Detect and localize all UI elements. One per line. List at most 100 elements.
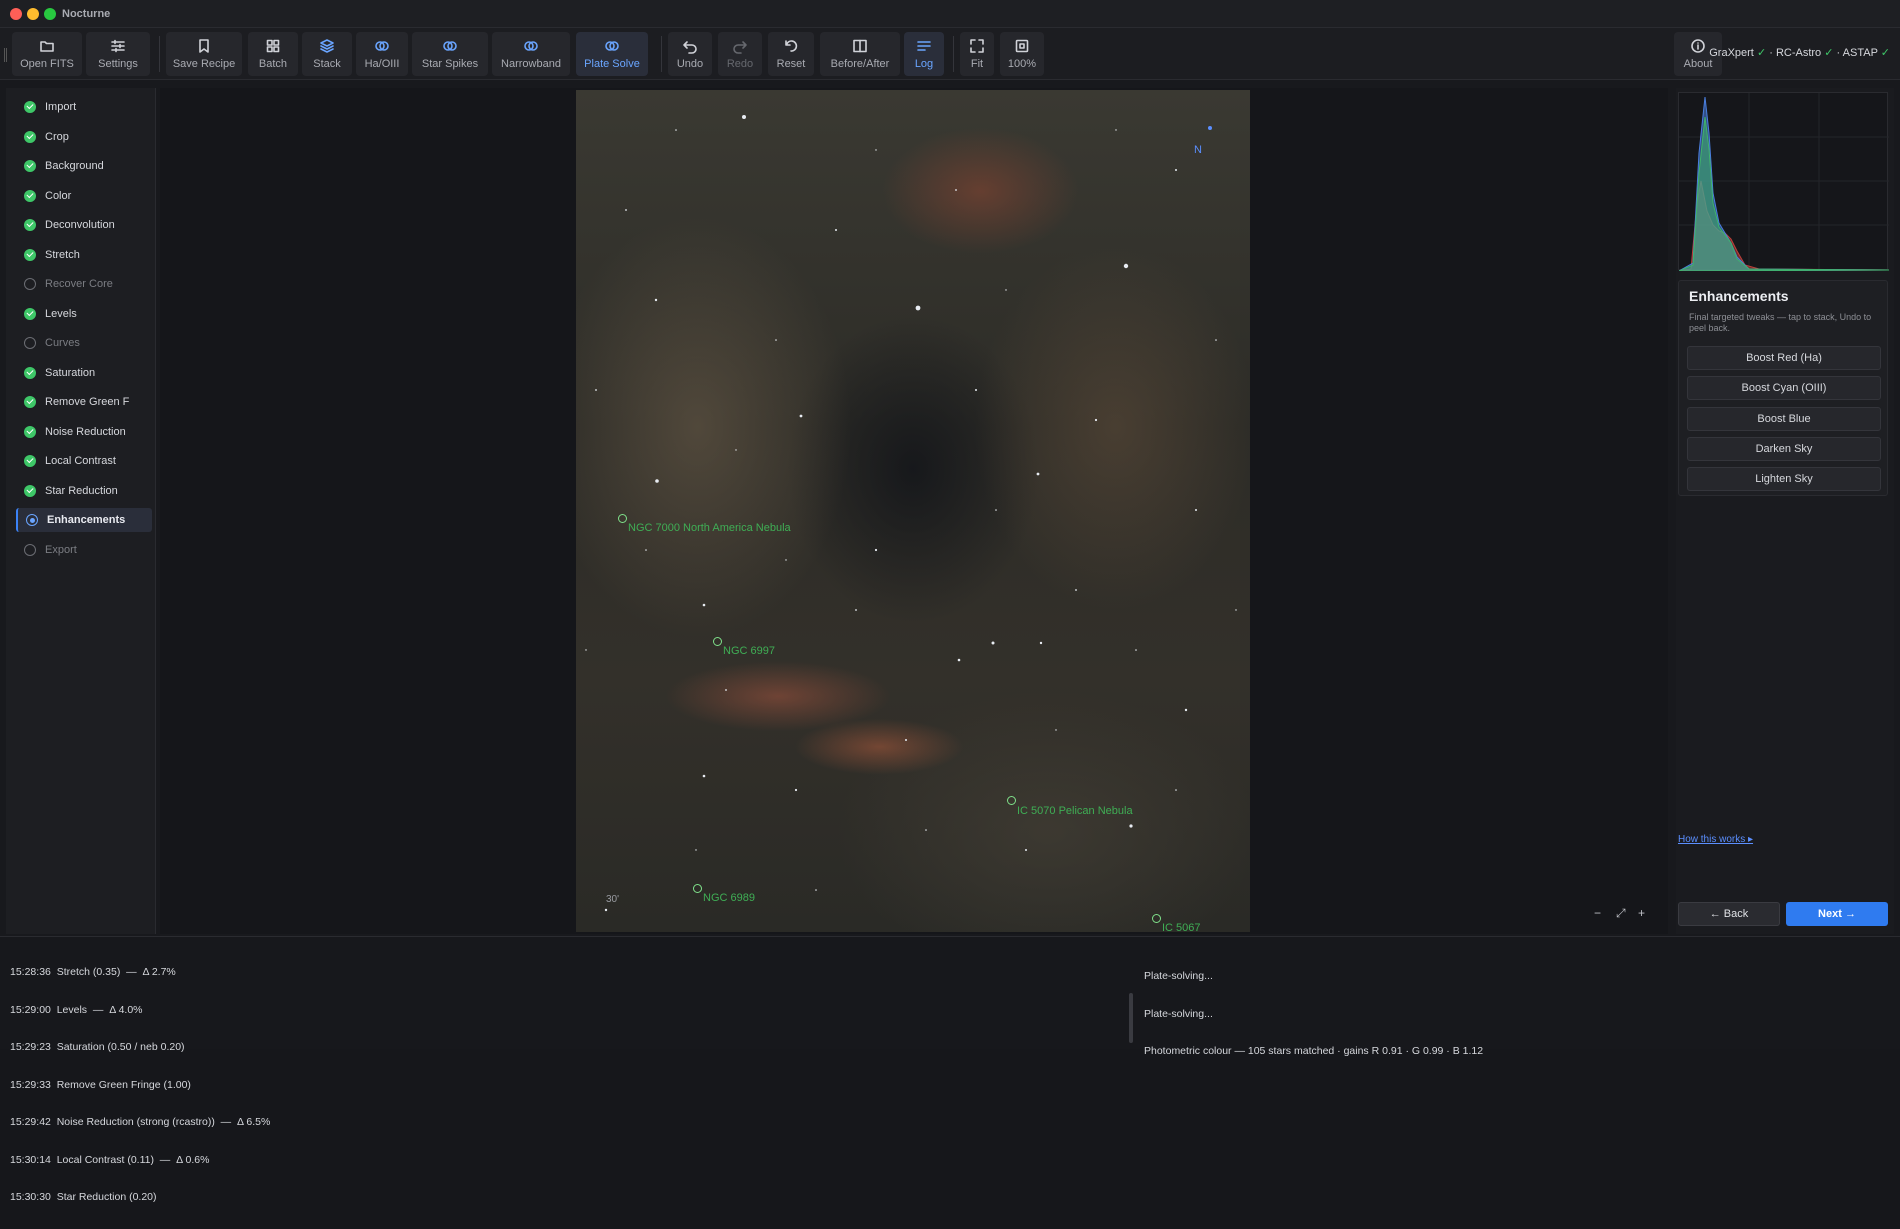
status-entry: Photometric colour — 105 stars matched ·… [1144, 1045, 1484, 1057]
annotation-marker[interactable] [1007, 796, 1016, 805]
back-button[interactable]: ← Back [1678, 902, 1780, 926]
step-levels[interactable]: Levels [16, 302, 152, 326]
info-icon [1690, 38, 1706, 54]
zoom-100-button[interactable]: 100% [1000, 32, 1044, 76]
log-entry: 15:29:33 Remove Green Fringe (1.00) [10, 1078, 191, 1091]
maximize-window-button[interactable] [44, 8, 56, 20]
empty-circle-icon [24, 278, 36, 290]
settings-button[interactable]: Settings [86, 32, 150, 76]
log-entry: 15:29:00 Levels — Δ 4.0% [10, 1003, 143, 1016]
empty-circle-icon [24, 337, 36, 349]
dep-separator: · [1769, 47, 1773, 59]
log-entry: 15:30:14 Local Contrast (0.11) — Δ 0.6% [10, 1153, 210, 1166]
split-icon [852, 38, 868, 54]
status-entry: Plate-solving... [1144, 1007, 1213, 1020]
image-canvas[interactable]: N NGC 7000 North America Nebula NGC 6997… [160, 88, 1668, 934]
before-after-button[interactable]: Before/After [820, 32, 900, 76]
stack-button[interactable]: Stack [302, 32, 352, 76]
step-deconvolution[interactable]: Deconvolution [16, 213, 152, 237]
zoom-in-button[interactable]: + [1638, 906, 1645, 920]
annotation-marker[interactable] [693, 884, 702, 893]
step-recover-core[interactable]: Recover Core [16, 272, 152, 296]
toolbar-divider [661, 36, 662, 72]
undo-icon [682, 38, 698, 54]
step-remove-green[interactable]: Remove Green F [16, 390, 152, 414]
next-button[interactable]: Next → [1786, 902, 1888, 926]
star-spikes-button[interactable]: Star Spikes [412, 32, 488, 76]
step-color[interactable]: Color [16, 184, 152, 208]
boost-red-button[interactable]: Boost Red (Ha) [1687, 346, 1881, 370]
step-saturation[interactable]: Saturation [16, 361, 152, 385]
step-stretch[interactable]: Stretch [16, 243, 152, 267]
rings-icon [374, 38, 390, 54]
layers-icon [319, 38, 335, 54]
annotation-label: IC 5067 [1162, 922, 1201, 932]
log-entry: 15:28:36 Stretch (0.35) — Δ 2.7% [10, 966, 176, 978]
open-fits-button[interactable]: Open FITS [12, 32, 82, 76]
check-icon [24, 485, 36, 497]
rings-icon [442, 38, 458, 54]
redo-icon [732, 38, 748, 54]
step-export[interactable]: Export [16, 538, 152, 562]
annotation-label: NGC 7000 North America Nebula [628, 522, 791, 534]
step-crop[interactable]: Crop [16, 125, 152, 149]
rings-icon [523, 38, 539, 54]
app-window: Nocturne Open FITS Settings Save Recipe … [0, 0, 1900, 1203]
enhancements-title: Enhancements [1689, 288, 1789, 304]
annotation-marker[interactable] [618, 514, 627, 523]
compass-north-label: N [1194, 144, 1202, 156]
step-noise-reduction[interactable]: Noise Reduction [16, 420, 152, 444]
reset-icon [783, 38, 799, 54]
zoom-fit-button[interactable]: ⤢ [1616, 906, 1626, 921]
dep-rcastro-name: RC-Astro [1775, 47, 1822, 59]
bookmark-icon [196, 38, 212, 54]
step-curves[interactable]: Curves [16, 331, 152, 355]
dep-separator: · [1836, 47, 1841, 59]
check-icon [24, 308, 36, 320]
check-icon [24, 219, 36, 231]
redo-button[interactable]: Redo [718, 32, 762, 76]
darken-sky-button[interactable]: Darken Sky [1687, 437, 1881, 461]
empty-circle-icon [24, 544, 36, 556]
grid-icon [265, 38, 281, 54]
batch-button[interactable]: Batch [248, 32, 298, 76]
zoom-out-button[interactable]: − [1594, 906, 1601, 920]
undo-button[interactable]: Undo [668, 32, 712, 76]
how-this-works-link[interactable]: How this works ▸ [1678, 834, 1753, 845]
toolbar: Open FITS Settings Save Recipe Batch Sta… [0, 28, 1900, 80]
annotation-marker[interactable] [713, 637, 722, 646]
log-entry: 15:29:23 Saturation (0.50 / neb 0.20) [10, 1041, 185, 1053]
reset-button[interactable]: Reset [768, 32, 814, 76]
step-background[interactable]: Background [16, 154, 152, 178]
log-button[interactable]: Log [904, 32, 944, 76]
save-recipe-button[interactable]: Save Recipe [166, 32, 242, 76]
lighten-sky-button[interactable]: Lighten Sky [1687, 467, 1881, 491]
narrowband-button[interactable]: Narrowband [492, 32, 570, 76]
log-scrollbar[interactable] [1129, 993, 1133, 1043]
step-enhancements[interactable]: Enhancements [16, 508, 152, 532]
histogram [1677, 92, 1890, 272]
check-icon [24, 367, 36, 379]
boost-cyan-button[interactable]: Boost Cyan (OIII) [1687, 376, 1881, 400]
processing-log: 15:28:36 Stretch (0.35) — Δ 2.7% 15:29:0… [10, 941, 270, 1229]
check-icon [24, 190, 36, 202]
close-window-button[interactable] [10, 8, 22, 20]
dep-graxpert-name: GraXpert [1709, 47, 1754, 59]
rings-icon [604, 38, 620, 54]
ha-oiii-button[interactable]: Ha/OIII [356, 32, 408, 76]
zoom100-icon [1014, 38, 1030, 54]
astro-image[interactable]: N NGC 7000 North America Nebula NGC 6997… [576, 90, 1250, 932]
minimize-window-button[interactable] [27, 8, 39, 20]
annotation-marker[interactable] [1152, 914, 1161, 923]
boost-blue-button[interactable]: Boost Blue [1687, 407, 1881, 431]
window-title: Nocturne [62, 8, 111, 20]
toolbar-grip[interactable] [4, 48, 7, 62]
scale-bar-label: 30' [606, 894, 620, 905]
annotation-label: IC 5070 Pelican Nebula [1017, 805, 1133, 817]
fit-button[interactable]: Fit [960, 32, 994, 76]
step-local-contrast[interactable]: Local Contrast [16, 449, 152, 473]
step-import[interactable]: Import [16, 95, 152, 119]
step-star-reduction[interactable]: Star Reduction [16, 479, 152, 503]
enhancements-panel: Enhancements Final targeted tweaks — tap… [1678, 280, 1888, 496]
plate-solve-button[interactable]: Plate Solve [576, 32, 648, 76]
